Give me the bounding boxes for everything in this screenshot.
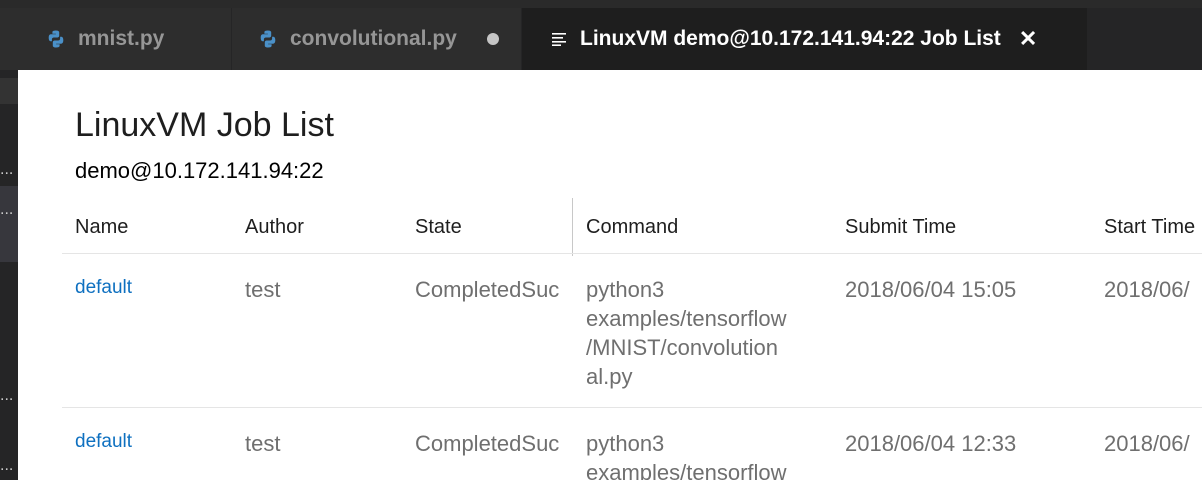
column-header-author[interactable]: Author — [245, 216, 304, 239]
column-header-state[interactable]: State — [415, 216, 462, 239]
job-start-time: 2018/06/ — [1104, 277, 1190, 302]
tab-job-list[interactable]: LinuxVM demo@10.172.141.94:22 Job List ✕ — [522, 8, 1088, 70]
command-line: al.py — [586, 364, 633, 389]
sidebar-item-more[interactable]: ... — [0, 202, 18, 218]
page-title: LinuxVM Job List — [75, 106, 334, 144]
tab-label: mnist.py — [78, 27, 165, 50]
sidebar-header — [0, 78, 18, 104]
host-subtitle: demo@10.172.141.94:22 — [75, 158, 324, 183]
sidebar: ... ... ... ... — [0, 70, 18, 480]
job-submit-time: 2018/06/04 12:33 — [845, 431, 1017, 456]
sidebar-item-more[interactable]: ... — [0, 388, 18, 404]
job-state: CompletedSuc — [415, 277, 560, 302]
row-divider — [62, 407, 1202, 408]
close-icon[interactable]: ✕ — [1019, 26, 1037, 52]
python-icon — [48, 30, 64, 48]
job-start-time: 2018/06/ — [1104, 431, 1190, 456]
command-line: /MNIST/convolution — [586, 335, 778, 360]
sidebar-item-more[interactable]: ... — [0, 162, 18, 178]
job-name-link[interactable]: default — [75, 273, 132, 302]
command-line: examples/tensorflow — [586, 460, 787, 480]
preview-icon — [552, 33, 566, 46]
column-header-name[interactable]: Name — [75, 216, 128, 239]
tab-label: LinuxVM demo@10.172.141.94:22 Job List — [580, 27, 1001, 50]
command-line: examples/tensorflow — [586, 306, 787, 331]
job-submit-time: 2018/06/04 15:05 — [845, 277, 1017, 302]
job-state: CompletedSuc — [415, 431, 560, 456]
title-strip — [0, 0, 1202, 8]
job-list-view: LinuxVM Job List demo@10.172.141.94:22 N… — [18, 70, 1202, 480]
vscode-window: mnist.py convolutional.py LinuxVM demo@1… — [0, 0, 1202, 480]
command-line: python3 — [586, 277, 665, 302]
tab-mnist-py[interactable]: mnist.py — [0, 8, 232, 70]
sidebar-item-more[interactable]: ... — [0, 458, 18, 474]
column-header-submit-time[interactable]: Submit Time — [845, 216, 956, 239]
tab-label: convolutional.py — [290, 27, 457, 50]
job-command: python3 examples/tensorflow — [586, 429, 826, 480]
column-resize-handle[interactable] — [572, 198, 573, 256]
job-name-link[interactable]: default — [75, 427, 132, 456]
unsaved-dot-icon[interactable] — [487, 33, 499, 45]
column-header-command[interactable]: Command — [586, 216, 678, 239]
job-command: python3 examples/tensorflow /MNIST/convo… — [586, 275, 826, 391]
python-icon — [260, 30, 276, 48]
header-divider — [62, 253, 1202, 254]
column-header-start-time[interactable]: Start Time — [1104, 216, 1195, 239]
job-author: test — [245, 431, 281, 456]
tab-convolutional-py[interactable]: convolutional.py — [232, 8, 522, 70]
job-author: test — [245, 277, 281, 302]
sidebar-selected-item[interactable] — [0, 186, 18, 262]
command-line: python3 — [586, 431, 665, 456]
editor-tab-bar: mnist.py convolutional.py LinuxVM demo@1… — [0, 8, 1202, 70]
